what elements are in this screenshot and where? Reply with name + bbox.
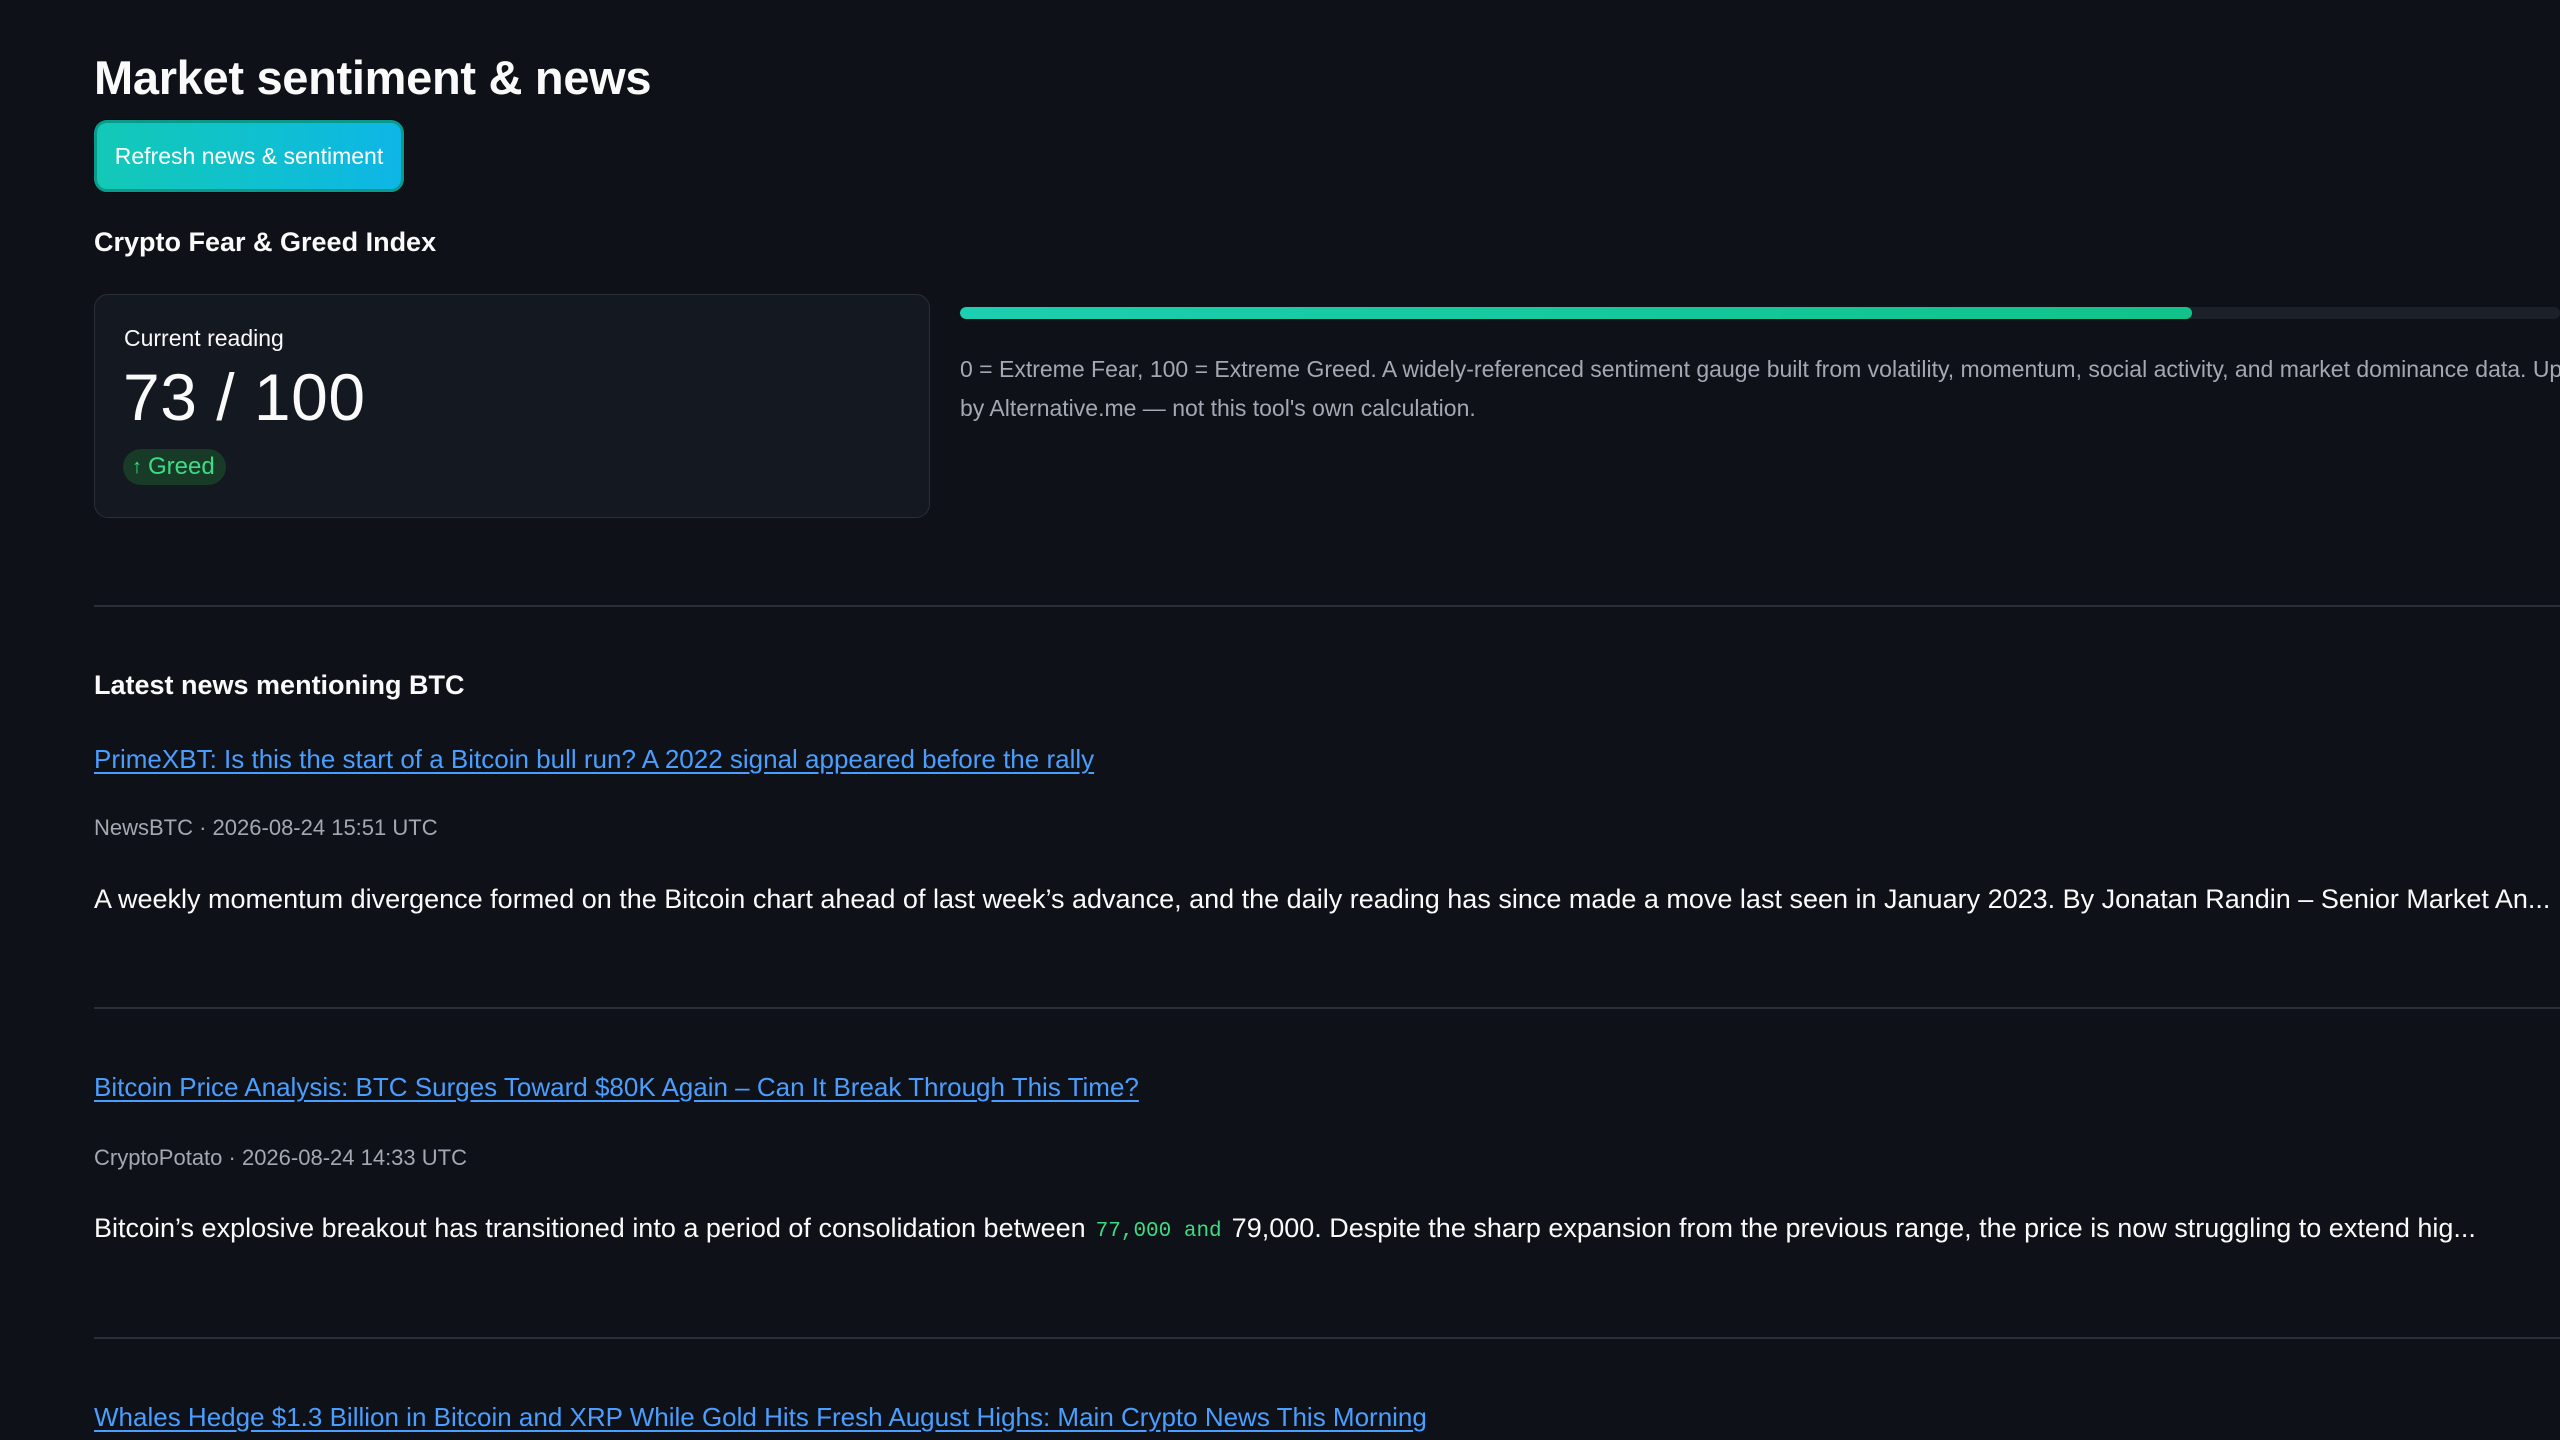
fear-greed-caption: 0 = Extreme Fear, 100 = Extreme Greed. A… <box>960 356 2560 421</box>
news-title-link[interactable]: Bitcoin Price Analysis: BTC Surges Towar… <box>94 1072 1139 1103</box>
fear-greed-gauge-fill <box>960 307 2192 319</box>
news-divider <box>94 1007 2560 1009</box>
news-summary-code: 77,000 and <box>1095 1220 1222 1243</box>
section-divider <box>94 605 2560 607</box>
news-summary: A weekly momentum divergence formed on t… <box>94 884 2551 914</box>
fear-greed-gauge <box>960 307 2560 319</box>
sentiment-classification: Greed <box>148 453 215 480</box>
news-summary-text: Bitcoin’s explosive breakout has transit… <box>94 1213 1086 1243</box>
page-title: Market sentiment & news <box>94 51 652 104</box>
arrow-up-icon: ↑ <box>132 456 142 478</box>
news-section-heading: Latest news mentioning BTC <box>94 670 465 700</box>
refresh-news-sentiment-button[interactable]: Refresh news & sentiment <box>94 120 404 192</box>
news-summary-text: 79,000. Despite the sharp expansion from… <box>1231 1213 2476 1243</box>
news-meta: NewsBTC · 2026-08-24 15:51 UTC <box>94 815 438 840</box>
current-reading-label: Current reading <box>124 325 284 351</box>
news-divider <box>94 1337 2560 1339</box>
fear-greed-section-title: Crypto Fear & Greed Index <box>94 227 437 257</box>
news-title-link[interactable]: Whales Hedge $1.3 Billion in Bitcoin and… <box>94 1402 1427 1433</box>
main-content: Market sentiment & news Refresh news & s… <box>94 0 2560 1440</box>
current-reading-value: 73 / 100 <box>123 360 366 434</box>
news-title-link[interactable]: PrimeXBT: Is this the start of a Bitcoin… <box>94 744 1094 775</box>
current-reading-card: Current reading 73 / 100 ↑ Greed <box>94 294 930 518</box>
news-meta: CryptoPotato · 2026-08-24 14:33 UTC <box>94 1145 467 1170</box>
sentiment-badge: ↑ Greed <box>123 449 226 485</box>
news-summary: Bitcoin’s explosive breakout has transit… <box>94 1213 2476 1244</box>
